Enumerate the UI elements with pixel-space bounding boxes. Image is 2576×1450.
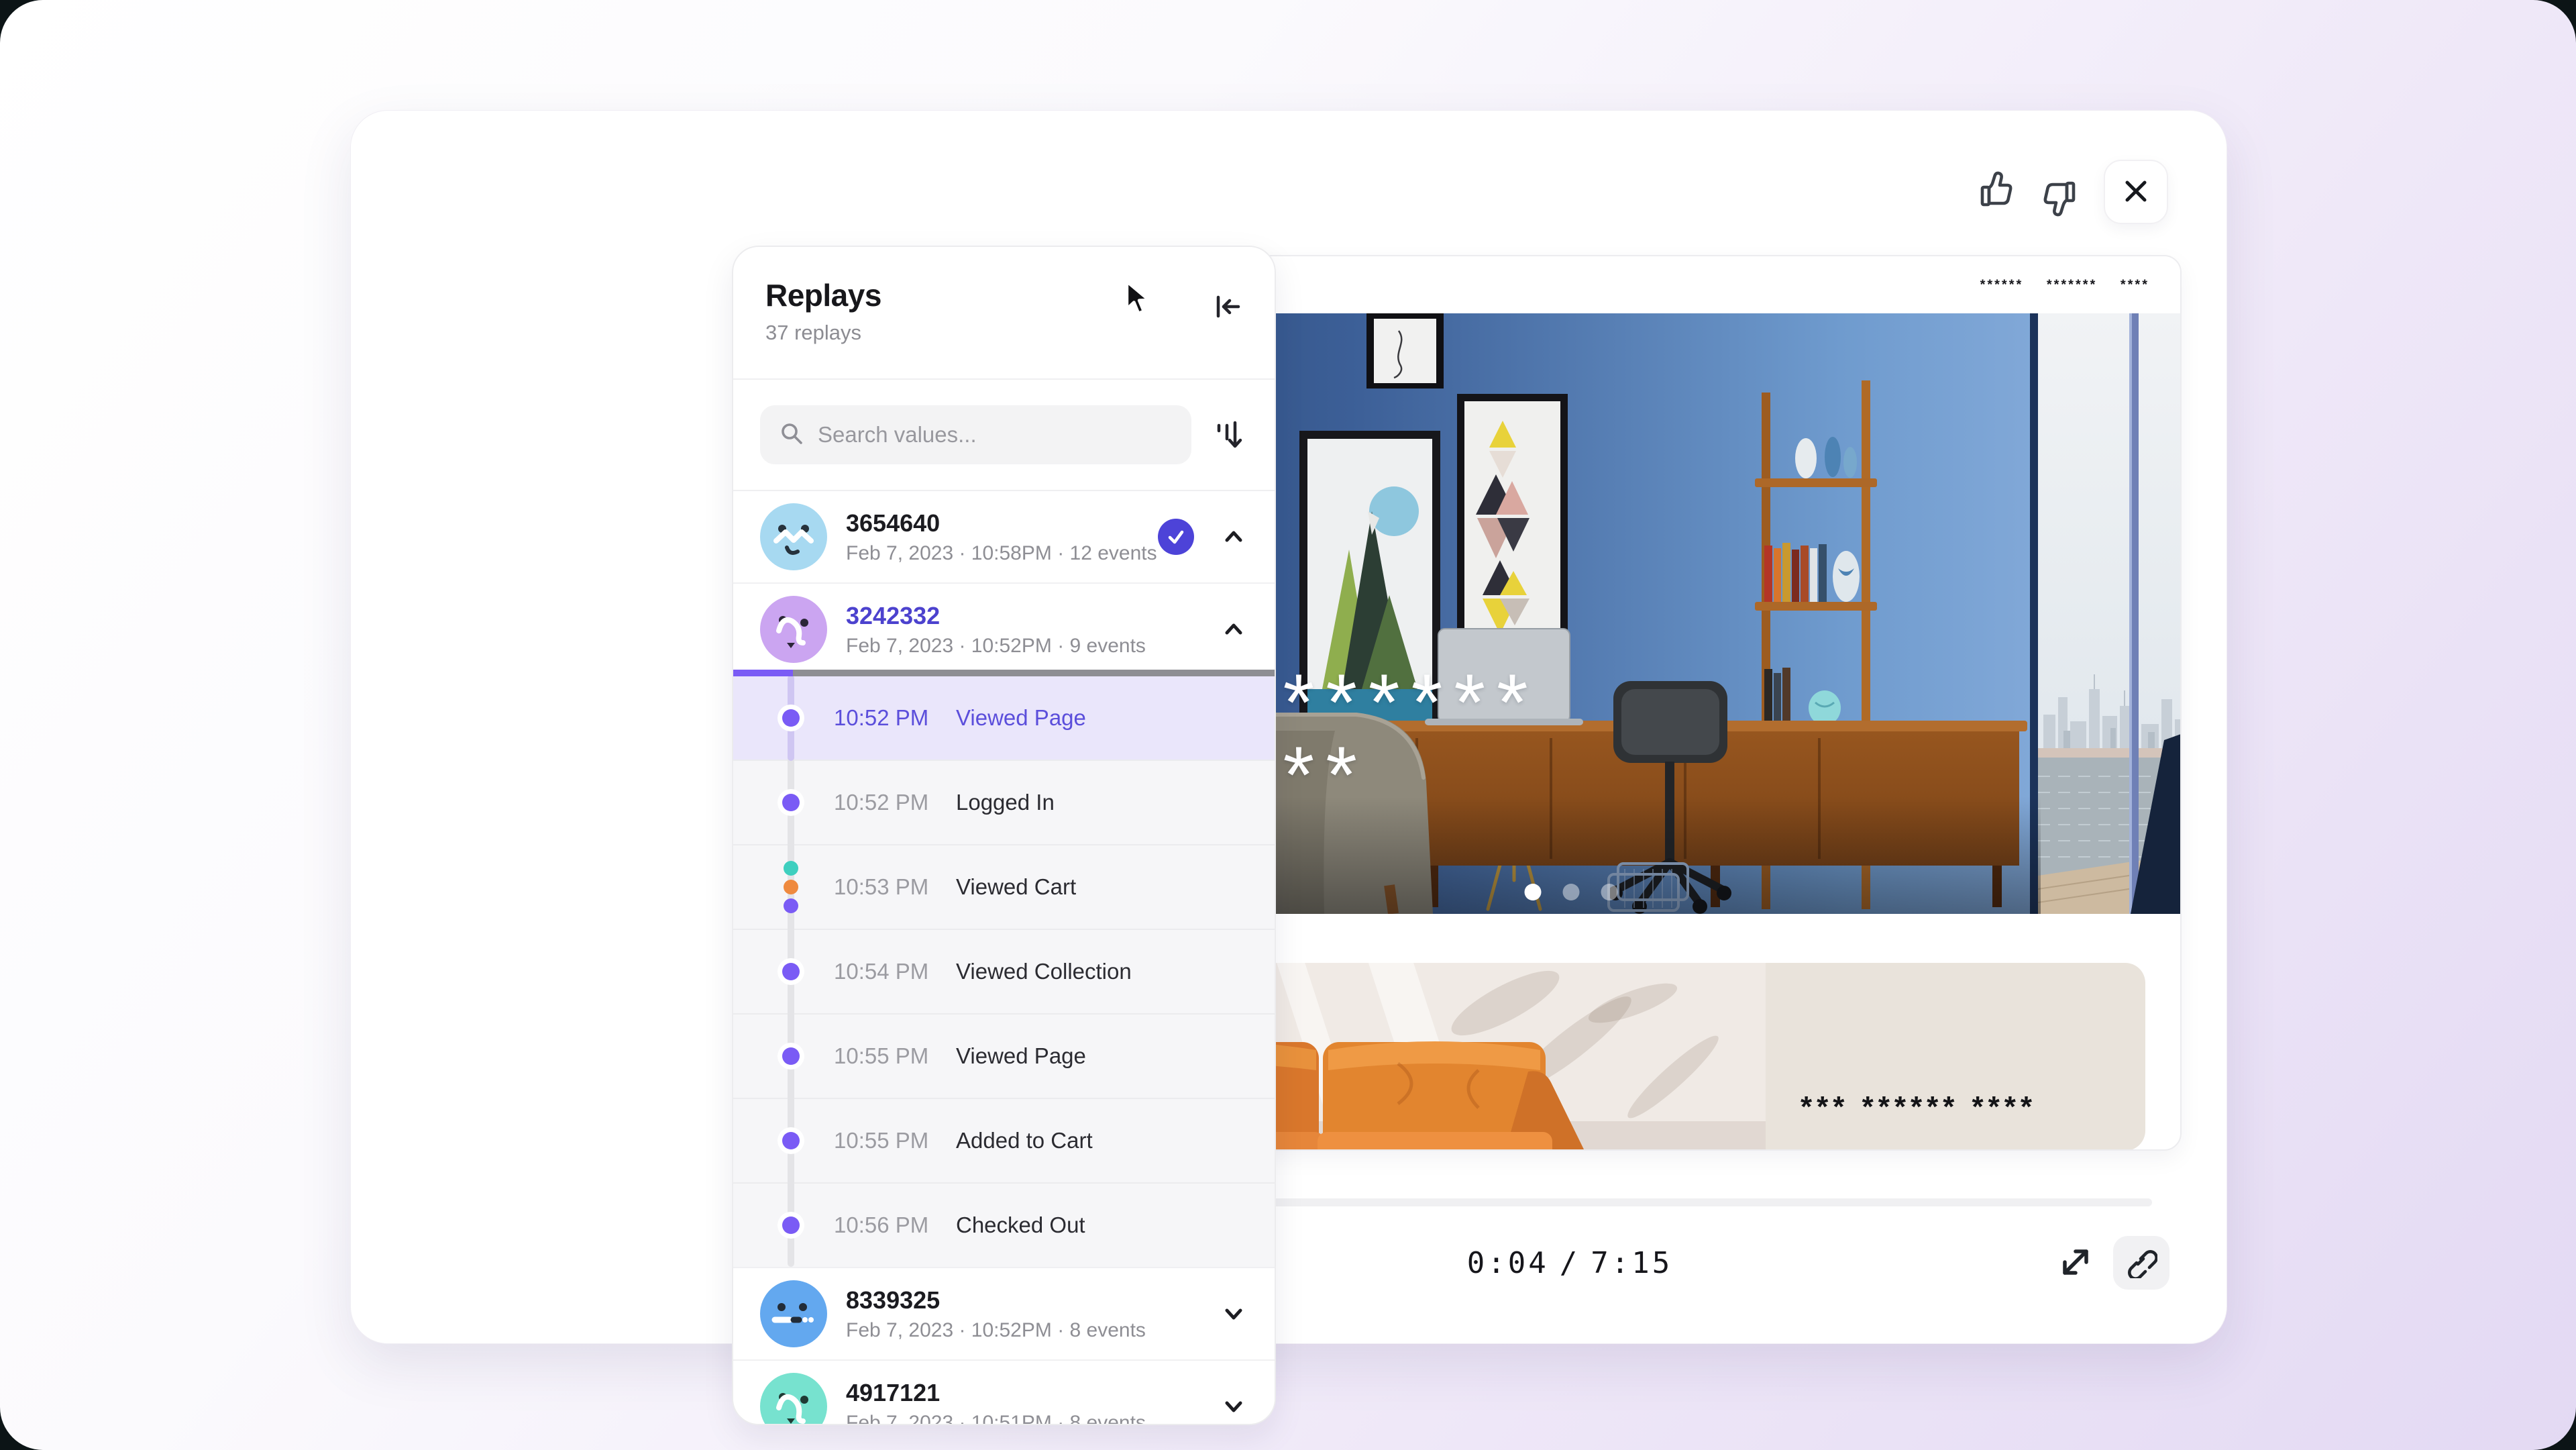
event-label: Viewed Collection	[956, 959, 1132, 984]
session-avatar	[760, 1373, 827, 1425]
event-time: 10:52 PM	[834, 790, 956, 815]
event-label: Viewed Cart	[956, 874, 1076, 900]
event-time: 10:53 PM	[834, 874, 956, 900]
sidebar-header: Replays 37 replays	[733, 247, 1275, 380]
session-info: 4917121 Feb 7, 2023 · 10:51PM · 8 events	[846, 1379, 1201, 1425]
session-avatar	[760, 596, 827, 663]
event-dot	[782, 709, 800, 727]
session-id: 8339325	[846, 1286, 1201, 1314]
carousel-dot[interactable]	[1563, 884, 1580, 900]
magnifier-icon	[779, 421, 804, 450]
event-row[interactable]: 10:55 PM Viewed Page	[733, 1013, 1275, 1098]
session-info: 8339325 Feb 7, 2023 · 10:52PM · 8 events	[846, 1286, 1201, 1342]
event-label: Added to Cart	[956, 1128, 1093, 1153]
session-info: 3654640 Feb 7, 2023 · 10:58PM · 12 event…	[846, 509, 1139, 565]
cursor-icon	[1122, 279, 1157, 318]
progress-rest	[793, 670, 1275, 676]
session-meta: Feb 7, 2023 · 10:52PM · 9 events	[846, 635, 1201, 658]
session-id: 4917121	[846, 1379, 1201, 1407]
event-dot	[782, 794, 800, 811]
thumbs-down-button[interactable]	[2035, 176, 2080, 220]
replays-sidebar: Replays 37 replays	[732, 246, 1276, 1425]
session-row[interactable]: 3654640 Feb 7, 2023 · 10:58PM · 12 event…	[733, 491, 1275, 582]
event-time: 10:52 PM	[834, 705, 956, 731]
event-dot	[782, 1132, 800, 1149]
search-input[interactable]	[816, 421, 1173, 448]
site-nav-masked: ****** ******* ****	[1980, 277, 2149, 293]
event-row-selected[interactable]: 10:52 PM Viewed Page	[733, 675, 1275, 760]
event-label: Checked Out	[956, 1212, 1085, 1238]
watched-check-badge	[1158, 519, 1194, 555]
sort-button[interactable]	[1210, 416, 1248, 454]
session-list: 3654640 Feb 7, 2023 · 10:58PM · 12 event…	[733, 491, 1275, 1425]
expand-button[interactable]	[2054, 1241, 2097, 1284]
event-dot	[782, 963, 800, 980]
sort-descending-icon	[1211, 416, 1247, 454]
event-row[interactable]: 10:56 PM Checked Out	[733, 1182, 1275, 1267]
chevron-down-icon[interactable]	[1220, 1300, 1248, 1328]
event-dot-purple	[784, 898, 798, 913]
event-dot-teal	[784, 861, 798, 876]
session-row-selected[interactable]: 3242332 Feb 7, 2023 · 10:52PM · 9 events	[733, 582, 1275, 675]
event-label: Logged In	[956, 790, 1055, 815]
event-dot-orange	[784, 880, 798, 894]
session-avatar	[760, 1280, 827, 1347]
search-row	[733, 380, 1275, 491]
event-time: 10:56 PM	[834, 1212, 956, 1238]
event-time: 10:55 PM	[834, 1128, 956, 1153]
progress-played	[733, 670, 793, 676]
carousel-dots	[1525, 884, 1618, 900]
replay-count: 37 replays	[765, 321, 1245, 345]
event-row[interactable]: 10:54 PM Viewed Collection	[733, 929, 1275, 1013]
session-row[interactable]: 8339325 Feb 7, 2023 · 10:52PM · 8 events	[733, 1267, 1275, 1359]
event-row[interactable]: 10:52 PM Logged In	[733, 760, 1275, 844]
total-duration: 7:15	[1591, 1246, 1672, 1280]
link-icon	[2125, 1246, 2157, 1280]
session-meta: Feb 7, 2023 · 10:58PM · 12 events	[846, 542, 1139, 565]
copy-link-button[interactable]	[2113, 1236, 2169, 1290]
product-text-panel: *** ****** ****	[1766, 963, 2145, 1151]
carousel-dot[interactable]	[1601, 884, 1618, 900]
event-label: Viewed Page	[956, 705, 1086, 731]
collapse-sidebar-button[interactable]	[1209, 289, 1246, 326]
time-separator: /	[1560, 1246, 1580, 1280]
session-id: 3242332	[846, 602, 1201, 630]
time-display: 0:04 / 7:15	[1422, 1228, 1717, 1298]
thumbs-up-icon	[1976, 168, 2021, 215]
event-label: Viewed Page	[956, 1043, 1086, 1069]
page-title: Replays	[765, 279, 1245, 311]
event-time: 10:54 PM	[834, 959, 956, 984]
collapse-left-icon	[1210, 289, 1245, 326]
event-time: 10:55 PM	[834, 1043, 956, 1069]
event-dot-stack	[784, 861, 798, 913]
search-box[interactable]	[760, 405, 1191, 464]
chevron-down-icon[interactable]	[1220, 1392, 1248, 1420]
session-playback-progress	[733, 670, 1275, 676]
chevron-up-icon[interactable]	[1220, 615, 1248, 643]
session-row[interactable]: 4917121 Feb 7, 2023 · 10:51PM · 8 events	[733, 1359, 1275, 1425]
event-row[interactable]: 10:53 PM Viewed Cart	[733, 844, 1275, 929]
session-info: 3242332 Feb 7, 2023 · 10:52PM · 9 events	[846, 602, 1201, 658]
elapsed-time: 0:04	[1467, 1246, 1549, 1280]
event-dot	[782, 1216, 800, 1234]
chevron-up-icon[interactable]	[1220, 523, 1248, 551]
thumbs-up-button[interactable]	[1976, 169, 2021, 213]
session-meta: Feb 7, 2023 · 10:51PM · 8 events	[846, 1412, 1201, 1425]
carousel-dot-active[interactable]	[1525, 884, 1542, 900]
event-timeline: 10:52 PM Viewed Page 10:52 PM Logged In …	[733, 675, 1275, 1267]
thumbs-down-icon	[2035, 175, 2080, 221]
expand-icon	[2054, 1241, 2097, 1286]
session-id: 3654640	[846, 509, 1139, 537]
session-avatar	[760, 503, 827, 570]
close-icon	[2121, 176, 2151, 208]
close-button[interactable]	[2104, 160, 2168, 224]
event-row[interactable]: 10:55 PM Added to Cart	[733, 1098, 1275, 1182]
event-dot	[782, 1047, 800, 1065]
product-masked-text: *** ****** ****	[1801, 1090, 2037, 1124]
session-meta: Feb 7, 2023 · 10:52PM · 8 events	[846, 1319, 1201, 1342]
